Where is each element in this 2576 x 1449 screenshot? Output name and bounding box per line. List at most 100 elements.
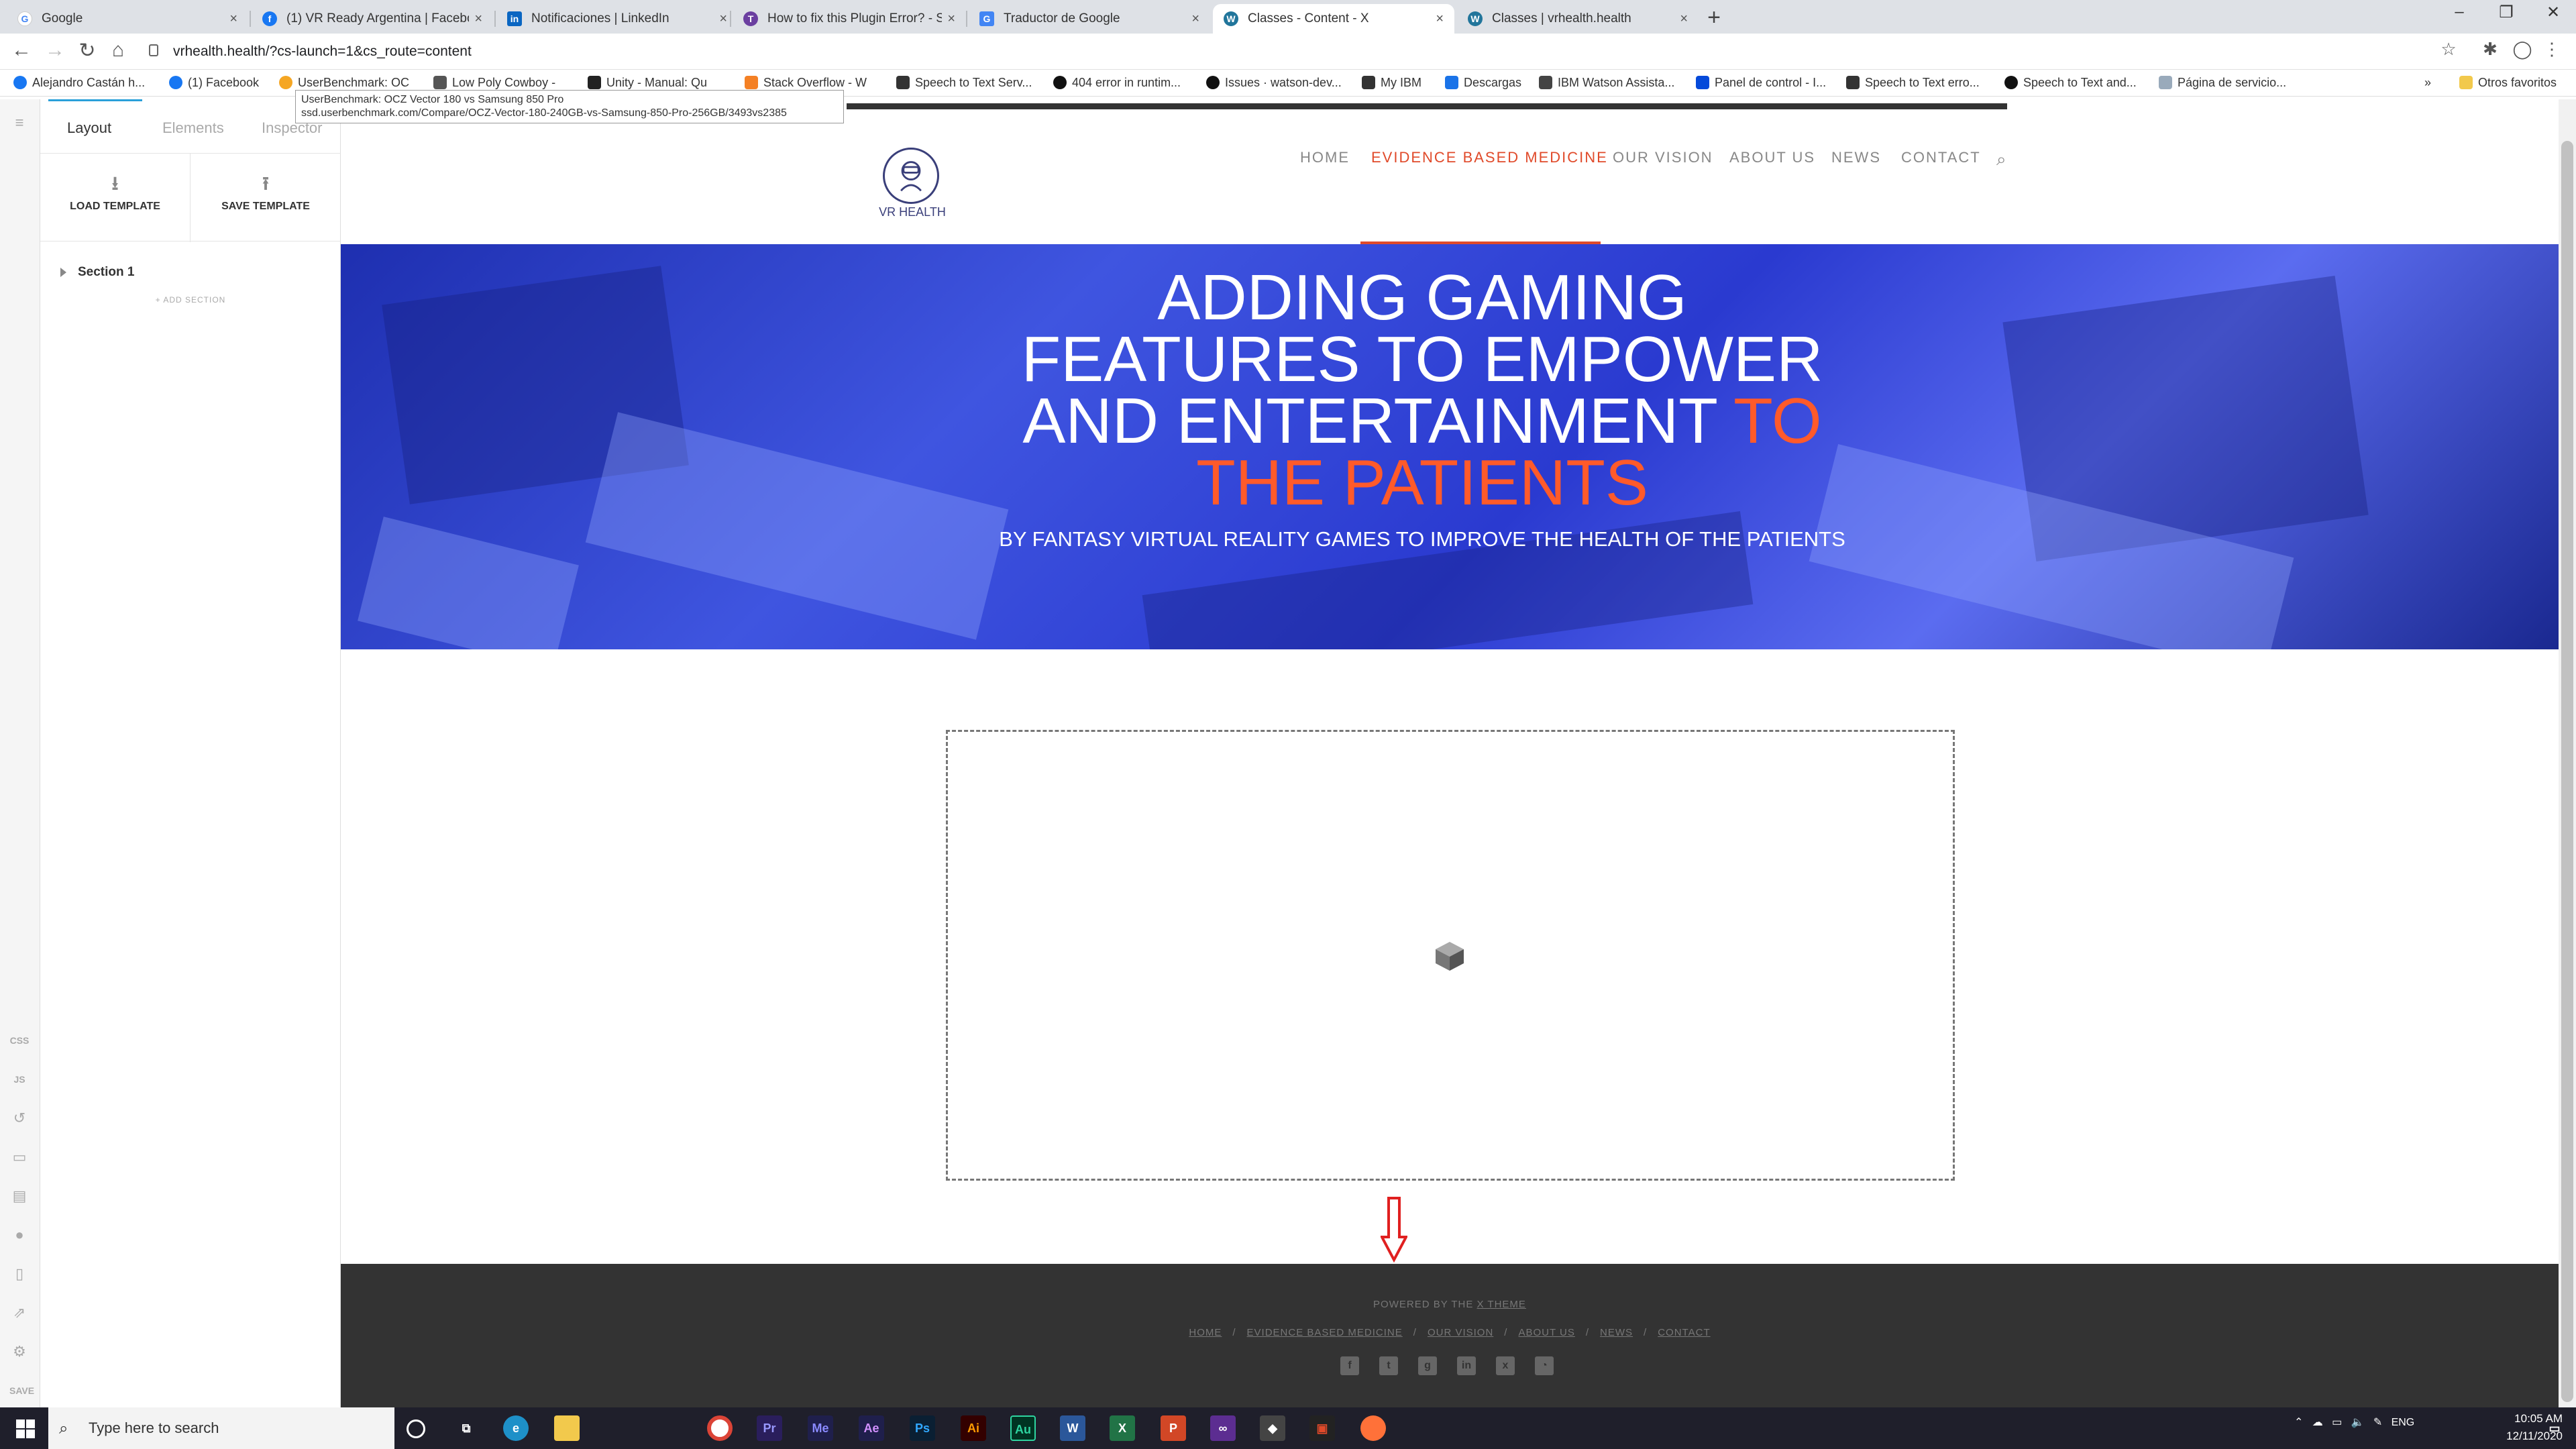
bookmark-item[interactable]: Alejandro Castán h... <box>13 74 145 91</box>
tab-classes-site[interactable]: W Classes | vrhealth.health × <box>1457 4 1699 34</box>
device-icon[interactable]: ▯ <box>9 1264 30 1284</box>
bookmark-item[interactable]: Issues · watson-dev... <box>1206 74 1342 91</box>
x-theme-link[interactable]: X THEME <box>1477 1299 1526 1310</box>
back-icon[interactable]: ← <box>8 39 35 62</box>
bookmark-item[interactable]: My IBM <box>1362 74 1421 91</box>
xing-icon[interactable]: x <box>1496 1356 1515 1375</box>
nav-contact[interactable]: CONTACT <box>1901 149 1981 166</box>
search-icon[interactable]: ⌕ <box>1996 149 2008 170</box>
forward-icon[interactable]: → <box>42 39 68 62</box>
rss-icon[interactable]: ◔ <box>1535 1356 1554 1375</box>
tab-facebook[interactable]: f (1) VR Ready Argentina | Facebook × <box>252 4 493 34</box>
facebook-icon[interactable]: f <box>1340 1356 1359 1375</box>
network-icon[interactable]: ▭ <box>2332 1417 2342 1428</box>
address-bar[interactable]: vrhealth.health/?cs-launch=1&cs_route=co… <box>173 39 472 64</box>
footer-link-evidence[interactable]: EVIDENCE BASED MEDICINE <box>1247 1327 1403 1338</box>
footer-link-vision[interactable]: OUR VISION <box>1428 1327 1493 1338</box>
external-icon[interactable]: ⇗ <box>9 1303 30 1323</box>
close-icon[interactable]: × <box>1436 11 1444 27</box>
edge-icon[interactable]: e <box>503 1415 529 1441</box>
close-window-icon[interactable]: ✕ <box>2533 3 2573 22</box>
restore-icon[interactable]: ❐ <box>2486 3 2526 22</box>
windows-start-icon[interactable] <box>16 1419 35 1438</box>
bookmark-item[interactable]: UserBenchmark: OC <box>279 74 409 91</box>
nav-our-vision[interactable]: OUR VISION <box>1613 149 1713 166</box>
unity-icon[interactable]: ◆ <box>1260 1415 1285 1441</box>
hamburger-icon[interactable]: ≡ <box>9 113 30 133</box>
save-button[interactable]: SAVE <box>9 1381 34 1401</box>
bookmark-item[interactable]: Panel de control - I... <box>1696 74 1826 91</box>
bookmark-item[interactable]: IBM Watson Assista... <box>1539 74 1674 91</box>
pen-icon[interactable]: ✎ <box>2373 1417 2382 1428</box>
new-tab-button[interactable]: + <box>1701 4 1727 31</box>
settings-icon[interactable]: ⚙ <box>9 1342 30 1362</box>
bookmark-item[interactable]: Speech to Text and... <box>2004 74 2137 91</box>
system-tray[interactable]: ⌃ ☁ ▭ 🔈 ✎ ENG <box>2294 1415 2414 1429</box>
close-icon[interactable]: × <box>229 11 237 27</box>
bookmark-item[interactable]: 404 error in runtim... <box>1053 74 1181 91</box>
history-icon[interactable]: ↺ <box>9 1108 30 1128</box>
visual-studio-icon[interactable]: ∞ <box>1210 1415 1236 1441</box>
close-icon[interactable]: × <box>719 11 727 27</box>
bookmark-item[interactable]: Página de servicio... <box>2159 74 2286 91</box>
profile-icon[interactable]: ◯ <box>2509 39 2536 60</box>
premiere-icon[interactable]: Pr <box>757 1415 782 1441</box>
more-bookmarks-button[interactable]: » <box>2424 74 2431 91</box>
scrollbar-thumb[interactable] <box>2561 141 2573 1402</box>
excel-icon[interactable]: X <box>1110 1415 1135 1441</box>
nav-news[interactable]: NEWS <box>1831 149 1881 166</box>
templates-icon[interactable]: ▤ <box>9 1186 30 1206</box>
app-icon[interactable]: ▣ <box>1309 1415 1335 1441</box>
tab-layout[interactable]: Layout <box>67 119 111 137</box>
nav-evidence-based-medicine[interactable]: EVIDENCE BASED MEDICINE <box>1371 149 1608 166</box>
photoshop-icon[interactable]: Ps <box>910 1415 935 1441</box>
minimize-icon[interactable]: – <box>2439 3 2479 21</box>
expand-arrow-icon[interactable] <box>60 268 66 277</box>
bookmark-item[interactable]: Low Poly Cowboy - <box>433 74 555 91</box>
tab-google[interactable]: G Google × <box>7 4 248 34</box>
file-explorer-icon[interactable] <box>554 1415 580 1441</box>
cloud-icon[interactable]: ☁ <box>2312 1417 2323 1428</box>
bookmark-item[interactable]: Speech to Text Serv... <box>896 74 1032 91</box>
task-view-icon[interactable]: ⧉ <box>453 1415 479 1441</box>
js-button[interactable]: JS <box>9 1069 30 1089</box>
word-icon[interactable]: W <box>1060 1415 1085 1441</box>
layout-icon[interactable]: ▭ <box>9 1147 30 1167</box>
illustrator-icon[interactable]: Ai <box>961 1415 986 1441</box>
reload-icon[interactable]: ↻ <box>74 39 101 62</box>
chevron-up-icon[interactable]: ⌃ <box>2294 1417 2303 1428</box>
save-template-button[interactable]: ⭱ SAVE TEMPLATE <box>191 154 341 242</box>
load-template-button[interactable]: ⭳ LOAD TEMPLATE <box>40 154 191 242</box>
close-icon[interactable]: × <box>474 11 482 27</box>
bookmark-item[interactable]: Stack Overflow - W <box>745 74 867 91</box>
lock-icon[interactable] <box>149 44 158 56</box>
tab-translate[interactable]: G Traductor de Google × <box>969 4 1210 34</box>
nav-about-us[interactable]: ABOUT US <box>1729 149 1815 166</box>
nav-home[interactable]: HOME <box>1300 149 1350 166</box>
bookmark-item[interactable]: Descargas <box>1445 74 1521 91</box>
add-section-button[interactable]: + ADD SECTION <box>40 295 341 305</box>
audition-icon[interactable]: Au <box>1010 1415 1036 1441</box>
tab-support[interactable]: T How to fix this Plugin Error? - Su × <box>733 4 966 34</box>
media-encoder-icon[interactable]: Me <box>808 1415 833 1441</box>
volume-icon[interactable]: 🔈 <box>2351 1417 2365 1428</box>
other-bookmarks[interactable]: Otros favoritos <box>2459 74 2557 91</box>
vr-health-logo[interactable] <box>883 148 939 204</box>
cortana-icon[interactable] <box>407 1419 425 1438</box>
powerpoint-icon[interactable]: P <box>1161 1415 1186 1441</box>
tab-classes-content[interactable]: W Classes - Content - X × <box>1213 4 1454 34</box>
notification-icon[interactable]: ▭ <box>2541 1415 2568 1441</box>
footer-link-about[interactable]: ABOUT US <box>1518 1327 1574 1338</box>
twitter-icon[interactable]: t <box>1379 1356 1398 1375</box>
menu-icon[interactable]: ⋮ <box>2538 39 2565 60</box>
bookmark-item[interactable]: Unity - Manual: Qu <box>588 74 707 91</box>
close-icon[interactable]: × <box>947 11 955 27</box>
bookmark-item[interactable]: Speech to Text erro... <box>1846 74 1980 91</box>
section-item[interactable]: Section 1 <box>78 265 134 280</box>
footer-link-contact[interactable]: CONTACT <box>1658 1327 1710 1338</box>
home-icon[interactable]: ⌂ <box>105 39 131 62</box>
close-icon[interactable]: × <box>1680 11 1688 27</box>
google-plus-icon[interactable]: g <box>1418 1356 1437 1375</box>
star-icon[interactable]: ☆ <box>2435 39 2462 60</box>
bookmark-item[interactable]: (1) Facebook <box>169 74 259 91</box>
